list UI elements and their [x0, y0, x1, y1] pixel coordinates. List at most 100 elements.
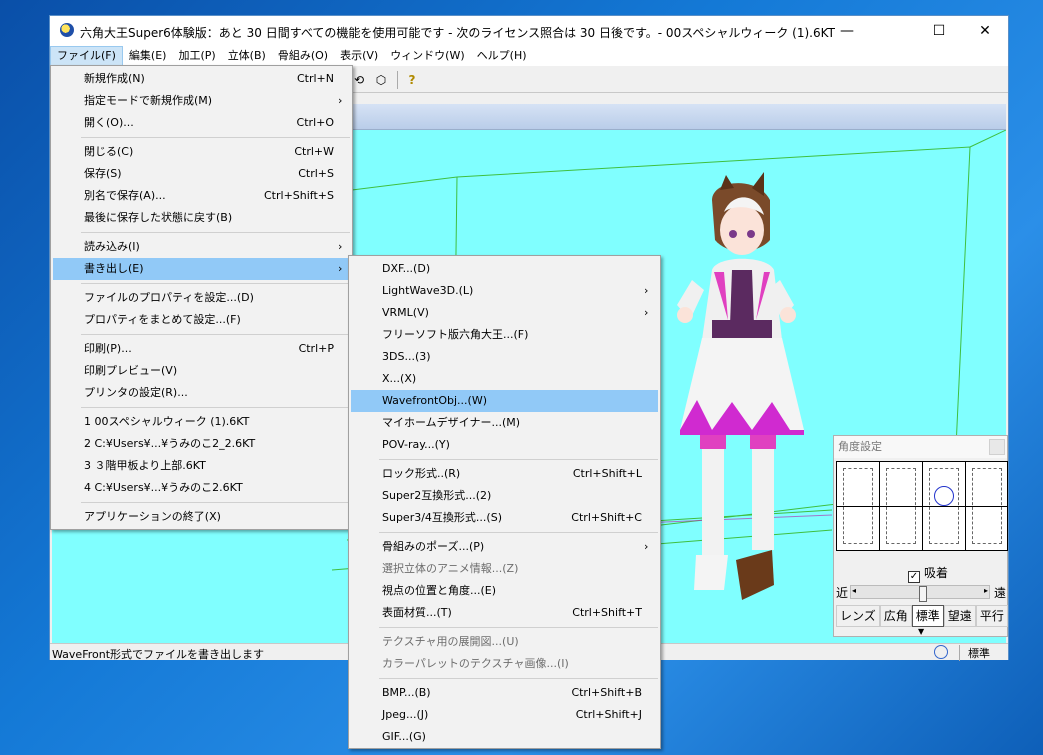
- file-menu-item[interactable]: 2 C:¥Users¥...¥うみのこ2_2.6KT: [53, 433, 350, 455]
- menu-5[interactable]: 表示(V): [334, 46, 384, 66]
- angle-view-grid[interactable]: [836, 461, 1008, 551]
- file-menu-item[interactable]: 4 C:¥Users¥...¥うみのこ2.6KT: [53, 477, 350, 499]
- menu-item-shortcut: Ctrl+O: [296, 116, 334, 129]
- file-menu-item[interactable]: 1 00スペシャルウィーク (1).6KT: [53, 411, 350, 433]
- export-menu-item[interactable]: WavefrontObj...(W): [351, 390, 658, 412]
- export-menu-item[interactable]: POV-ray...(Y): [351, 434, 658, 456]
- export-menu-item[interactable]: X...(X): [351, 368, 658, 390]
- export-menu-item[interactable]: BMP...(B) Ctrl+Shift+B: [351, 682, 658, 704]
- title-bar[interactable]: 六角大王Super6体験版：あと 30 日間すべての機能を使用可能です - 次の…: [50, 16, 1008, 46]
- distance-slider[interactable]: ◂ ▸: [850, 585, 990, 602]
- menu-item-label: BMP...(B): [382, 686, 431, 699]
- file-menu-item[interactable]: 最後に保存した状態に戻す(B): [53, 207, 350, 229]
- close-button[interactable]: ✕: [962, 16, 1008, 46]
- menu-item-shortcut: Ctrl+Shift+L: [572, 467, 642, 480]
- menu-6[interactable]: ウィンドウ(W): [384, 46, 470, 66]
- file-menu-item[interactable]: 別名で保存(A)... Ctrl+Shift+S: [53, 185, 350, 207]
- file-menu-item[interactable]: 保存(S) Ctrl+S: [53, 163, 350, 185]
- slider-right-arrow-icon[interactable]: ▸: [984, 586, 988, 595]
- menu-7[interactable]: ヘルプ(H): [471, 46, 533, 66]
- lens-button[interactable]: 標準: [911, 605, 944, 627]
- menu-item-label: 1 00スペシャルウィーク (1).6KT: [84, 415, 250, 428]
- lens-button[interactable]: 平行: [975, 605, 1008, 627]
- file-menu-item[interactable]: プロパティをまとめて設定...(F): [53, 309, 350, 331]
- file-menu-item[interactable]: 3 ３階甲板より上部.6KT: [53, 455, 350, 477]
- menu-separator: [379, 627, 658, 628]
- file-menu: 新規作成(N) Ctrl+N 指定モードで新規作成(M) › 開く(O)... Ctrl+…: [50, 65, 353, 530]
- lens-button[interactable]: レンズ: [836, 605, 880, 627]
- menu-separator: [81, 502, 350, 503]
- menu-4[interactable]: 骨組み(O): [272, 46, 334, 66]
- lens-button[interactable]: 望遠: [943, 605, 976, 627]
- export-menu-item[interactable]: 表面材質...(T) Ctrl+Shift+T: [351, 602, 658, 624]
- menu-item-label: プロパティをまとめて設定...(F): [84, 313, 241, 326]
- export-menu-item[interactable]: Super2互換形式...(2): [351, 485, 658, 507]
- tool-cube-icon[interactable]: ⬡: [373, 72, 389, 88]
- menu-item-label: マイホームデザイナー...(M): [382, 416, 521, 429]
- menu-item-label: 視点の位置と角度...(E): [382, 584, 497, 597]
- menu-3[interactable]: 立体(B): [222, 46, 272, 66]
- export-menu-item[interactable]: フリーソフト版六角大王...(F): [351, 324, 658, 346]
- file-menu-item[interactable]: 指定モードで新規作成(M) ›: [53, 90, 350, 112]
- lens-button[interactable]: 広角: [879, 605, 912, 627]
- menu-separator: [81, 334, 350, 335]
- angle-panel-close-button[interactable]: [989, 439, 1005, 455]
- file-menu-item[interactable]: 閉じる(C) Ctrl+W: [53, 141, 350, 163]
- export-menu-item[interactable]: 視点の位置と角度...(E): [351, 580, 658, 602]
- menu-0[interactable]: ファイル(F): [50, 46, 123, 66]
- file-menu-item[interactable]: 新規作成(N) Ctrl+N: [53, 68, 350, 90]
- file-menu-item[interactable]: ファイルのプロパティを設定...(D): [53, 287, 350, 309]
- menu-item-shortcut: Ctrl+P: [298, 342, 334, 355]
- export-menu-item: カラーパレットのテクスチャ画像...(I): [351, 653, 658, 675]
- tool-rotate-icon[interactable]: ⟲: [351, 72, 367, 88]
- maximize-button[interactable]: ☐: [916, 16, 962, 46]
- menu-item-label: 印刷プレビュー(V): [84, 364, 178, 377]
- menu-item-label: 印刷(P)...: [84, 342, 132, 355]
- submenu-arrow-icon: ›: [338, 240, 343, 253]
- menu-item-label: Super2互換形式...(2): [382, 489, 492, 502]
- distance-slider-row: 近 ◂ ▸ 遠: [836, 583, 1008, 602]
- export-menu-item[interactable]: Super3/4互換形式...(S) Ctrl+Shift+C: [351, 507, 658, 529]
- export-menu-item[interactable]: マイホームデザイナー...(M): [351, 412, 658, 434]
- menu-item-label: 読み込み(I): [84, 240, 140, 253]
- menu-separator: [81, 407, 350, 408]
- menu-2[interactable]: 加工(P): [172, 46, 221, 66]
- file-menu-item[interactable]: 印刷プレビュー(V): [53, 360, 350, 382]
- help-icon[interactable]: ?: [404, 72, 420, 88]
- slider-left-arrow-icon[interactable]: ◂: [852, 586, 856, 595]
- menu-item-label: Super3/4互換形式...(S): [382, 511, 502, 524]
- file-menu-item[interactable]: アプリケーションの終了(X): [53, 506, 350, 528]
- snap-checkbox-row[interactable]: ✓ 吸着: [908, 564, 948, 583]
- export-menu-item[interactable]: GIF...(G): [351, 726, 658, 748]
- menu-item-label: POV-ray...(Y): [382, 438, 450, 451]
- file-menu-item[interactable]: プリンタの設定(R)...: [53, 382, 350, 404]
- export-menu-item[interactable]: 3DS...(3): [351, 346, 658, 368]
- menu-item-label: 3 ３階甲板より上部.6KT: [84, 459, 206, 472]
- menu-1[interactable]: 編集(E): [123, 46, 173, 66]
- file-menu-item[interactable]: 読み込み(I) ›: [53, 236, 350, 258]
- file-menu-item[interactable]: 開く(O)... Ctrl+O: [53, 112, 350, 134]
- menu-item-label: Jpeg...(J): [382, 708, 429, 721]
- minimize-button[interactable]: —: [824, 16, 870, 46]
- export-submenu: DXF...(D) LightWave3D.(L) › VRML(V) › フリーソフト版…: [348, 255, 661, 749]
- export-menu-item[interactable]: LightWave3D.(L) ›: [351, 280, 658, 302]
- menu-item-label: ファイルのプロパティを設定...(D): [84, 291, 254, 304]
- slider-thumb[interactable]: [919, 586, 927, 602]
- angle-indicator-icon: [934, 486, 954, 506]
- file-menu-item[interactable]: 書き出し(E) ›: [53, 258, 350, 280]
- panel-expand-icon[interactable]: ▼: [918, 627, 924, 636]
- menu-item-label: VRML(V): [382, 306, 429, 319]
- export-menu-item[interactable]: Jpeg...(J) Ctrl+Shift+J: [351, 704, 658, 726]
- export-menu-item[interactable]: DXF...(D): [351, 258, 658, 280]
- snap-checkbox[interactable]: ✓: [908, 571, 920, 583]
- export-menu-item[interactable]: 骨組みのポーズ...(P) ›: [351, 536, 658, 558]
- menu-item-label: ロック形式..(R): [382, 467, 461, 480]
- export-menu-item[interactable]: ロック形式..(R) Ctrl+Shift+L: [351, 463, 658, 485]
- submenu-arrow-icon: ›: [338, 262, 343, 275]
- menu-item-label: X...(X): [382, 372, 417, 385]
- export-menu-item[interactable]: VRML(V) ›: [351, 302, 658, 324]
- file-menu-item[interactable]: 印刷(P)... Ctrl+P: [53, 338, 350, 360]
- menu-item-shortcut: Ctrl+Shift+B: [571, 686, 642, 699]
- menu-separator: [379, 678, 658, 679]
- character-figure: [677, 172, 804, 600]
